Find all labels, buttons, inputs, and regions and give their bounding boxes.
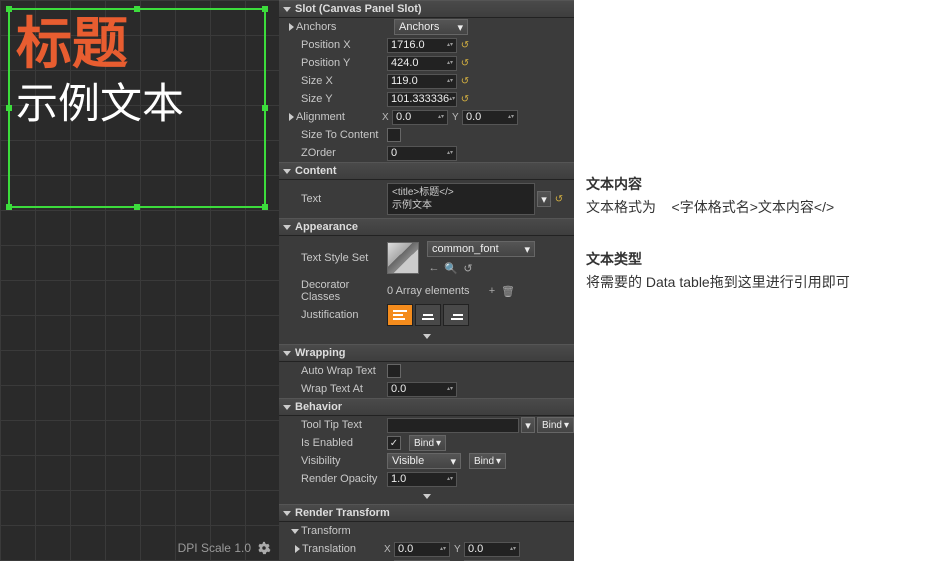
position-x-spinner[interactable]: 1716.0▴▾	[387, 38, 457, 53]
reset-icon[interactable]: ↺	[459, 93, 471, 105]
auto-wrap-label: Auto Wrap Text	[289, 365, 385, 377]
size-to-content-label: Size To Content	[289, 129, 385, 141]
expand-translation-icon[interactable]	[295, 545, 300, 553]
bind-button[interactable]: Bind▾	[469, 453, 506, 469]
category-content[interactable]: Content	[279, 162, 574, 180]
tooltip-input[interactable]	[387, 418, 519, 433]
text-style-set-label: Text Style Set	[289, 252, 385, 264]
wrap-at-spinner[interactable]: 0.0▴▾	[387, 382, 457, 397]
reset-icon[interactable]: ↺	[553, 193, 565, 205]
resize-handle-bl[interactable]	[6, 204, 12, 210]
alignment-x-spinner[interactable]: 0.0▴▾	[392, 110, 448, 125]
resize-handle-tr[interactable]	[262, 6, 268, 12]
text-style-set-dropdown[interactable]: common_font▾	[427, 241, 535, 257]
size-x-spinner[interactable]: 119.0▴▾	[387, 74, 457, 89]
alignment-label: Alignment	[296, 111, 380, 123]
zorder-label: ZOrder	[289, 147, 385, 159]
category-render-transform[interactable]: Render Transform	[279, 504, 574, 522]
reset-icon[interactable]: ↺	[459, 57, 471, 69]
expand-anchors-icon[interactable]	[289, 23, 294, 31]
translation-label: Translation	[302, 543, 382, 555]
justification-selector	[387, 304, 469, 326]
clear-icon[interactable]: 🗑	[501, 284, 515, 298]
expand-advanced-icon[interactable]	[423, 494, 431, 499]
is-enabled-checkbox[interactable]: ✓	[387, 436, 401, 450]
gear-icon[interactable]	[257, 541, 271, 555]
resize-handle-tl[interactable]	[6, 6, 12, 12]
preview-subtitle-text: 示例文本	[10, 77, 264, 132]
alignment-y-spinner[interactable]: 0.0▴▾	[462, 110, 518, 125]
resize-handle-bm[interactable]	[134, 204, 140, 210]
justification-label: Justification	[289, 309, 385, 321]
browse-icon[interactable]: 🔍	[444, 261, 458, 275]
category-appearance[interactable]: Appearance	[279, 218, 574, 236]
auto-wrap-checkbox[interactable]	[387, 364, 401, 378]
justify-left-button[interactable]	[387, 304, 413, 326]
zorder-spinner[interactable]: 0▴▾	[387, 146, 457, 161]
decorator-classes-label: Decorator Classes	[289, 279, 385, 303]
transform-label: Transform	[301, 525, 385, 537]
preview-title-text: 标题	[10, 10, 264, 77]
dpi-scale-label: DPI Scale 1.0	[178, 541, 271, 555]
position-y-spinner[interactable]: 424.0▴▾	[387, 56, 457, 71]
selected-widget-outline[interactable]: 标题 示例文本	[8, 8, 266, 208]
anchors-label: Anchors	[296, 21, 392, 33]
canvas-viewport[interactable]: 标题 示例文本 DPI Scale 1.0	[0, 0, 279, 561]
wrap-at-label: Wrap Text At	[289, 383, 385, 395]
is-enabled-label: Is Enabled	[289, 437, 385, 449]
doc-paragraph: 文本格式为 <字体格式名>文本内容</>	[586, 197, 937, 217]
bind-button[interactable]: Bind▾	[409, 435, 446, 451]
resize-handle-tm[interactable]	[134, 6, 140, 12]
visibility-label: Visibility	[289, 455, 385, 467]
category-slot[interactable]: Slot (Canvas Panel Slot)	[279, 0, 574, 18]
documentation-panel: 文本内容 文本格式为 <字体格式名>文本内容</> 文本类型 将需要的 Data…	[574, 0, 947, 561]
expand-transform-icon[interactable]	[291, 529, 299, 534]
text-input[interactable]: <title>标题</>示例文本	[387, 183, 535, 215]
size-x-label: Size X	[289, 75, 385, 87]
tooltip-label: Tool Tip Text	[289, 419, 385, 431]
justify-right-button[interactable]	[443, 304, 469, 326]
doc-paragraph: 将需要的 Data table拖到这里进行引用即可	[586, 272, 937, 292]
translation-y-spinner[interactable]: 0.0▴▾	[464, 542, 520, 557]
justify-center-button[interactable]	[415, 304, 441, 326]
category-behavior[interactable]: Behavior	[279, 398, 574, 416]
translation-x-spinner[interactable]: 0.0▴▾	[394, 542, 450, 557]
reset-icon[interactable]: ↺	[459, 75, 471, 87]
expand-alignment-icon[interactable]	[289, 113, 294, 121]
bind-button[interactable]: Bind▾	[537, 417, 574, 433]
resize-handle-ml[interactable]	[6, 105, 12, 111]
doc-heading-text-type: 文本类型	[586, 249, 937, 269]
category-wrapping[interactable]: Wrapping	[279, 344, 574, 362]
resize-handle-br[interactable]	[262, 204, 268, 210]
size-to-content-checkbox[interactable]	[387, 128, 401, 142]
render-opacity-spinner[interactable]: 1.0▴▾	[387, 472, 457, 487]
size-y-spinner[interactable]: 101.333336▴▾	[387, 92, 457, 107]
text-label: Text	[289, 193, 385, 205]
details-panel: Slot (Canvas Panel Slot) Anchors Anchors…	[279, 0, 574, 561]
tooltip-dropdown-icon[interactable]: ▾	[521, 417, 535, 433]
visibility-dropdown[interactable]: Visible▾	[387, 453, 461, 469]
add-element-icon[interactable]: +	[485, 284, 499, 298]
reset-icon[interactable]: ↺	[459, 39, 471, 51]
resize-handle-mr[interactable]	[262, 105, 268, 111]
position-x-label: Position X	[289, 39, 385, 51]
text-dropdown-icon[interactable]: ▾	[537, 191, 551, 207]
asset-thumbnail[interactable]	[387, 242, 419, 274]
doc-heading-text-content: 文本内容	[586, 174, 937, 194]
anchors-dropdown[interactable]: Anchors▾	[394, 19, 468, 35]
size-y-label: Size Y	[289, 93, 385, 105]
decorator-count: 0 Array elements	[387, 285, 483, 297]
reset-icon[interactable]: ↺	[461, 261, 475, 275]
use-selected-icon[interactable]: ←	[427, 261, 441, 275]
expand-advanced-icon[interactable]	[423, 334, 431, 339]
render-opacity-label: Render Opacity	[289, 473, 385, 485]
position-y-label: Position Y	[289, 57, 385, 69]
